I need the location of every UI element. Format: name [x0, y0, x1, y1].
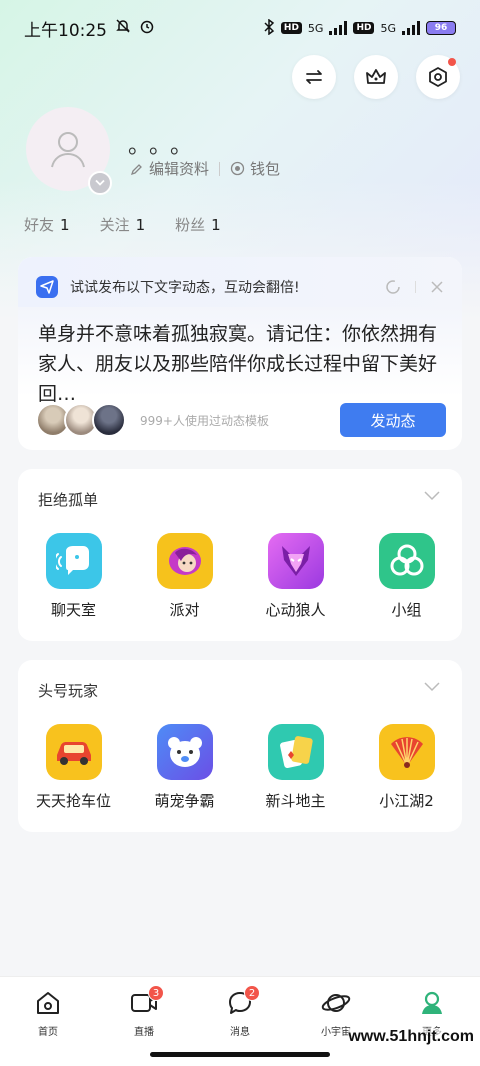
app-label: 聊天室: [50, 601, 96, 619]
chevron-down-icon: [95, 179, 105, 186]
tab-label: 首页: [38, 1027, 58, 1038]
post-tip: 试试发布以下文字动态，互动会翻倍!: [70, 280, 300, 296]
divider: [415, 281, 416, 293]
app-group[interactable]: 小组: [351, 533, 462, 620]
profile-stats: 好友 1 关注 1 粉丝 1: [24, 214, 221, 235]
home-icon: [37, 992, 59, 1014]
planet-icon: [321, 994, 351, 1012]
tab-more[interactable]: 更多: [384, 977, 480, 1066]
profile-icon: [422, 991, 442, 1014]
app-jianghu[interactable]: 小江湖2: [351, 724, 462, 811]
settings-notification-dot: [448, 58, 456, 66]
section-title: 头号玩家: [38, 682, 99, 700]
divider: [219, 161, 221, 176]
section-social: 拒绝孤单 聊天室 派对 心动狼人 小组: [18, 469, 462, 641]
app-party[interactable]: 派对: [129, 533, 240, 620]
crown-icon: [366, 69, 386, 84]
network-label-b: 5G: [380, 21, 396, 35]
swap-icon: [306, 70, 322, 84]
stat-following[interactable]: 关注 1: [100, 214, 146, 235]
tab-label: 消息: [230, 1027, 250, 1038]
default-user-icon: [51, 132, 85, 168]
werewolf-icon: [267, 533, 324, 589]
home-indicator: [150, 1052, 330, 1057]
stat-label: 粉丝: [175, 216, 206, 234]
wallet-label: 钱包: [250, 160, 281, 178]
stat-friends[interactable]: 好友 1: [24, 214, 70, 235]
wallet-icon: [230, 161, 245, 176]
battery-icon: 96: [426, 21, 456, 35]
refresh-icon[interactable]: [385, 279, 401, 295]
fan-icon: [378, 724, 435, 780]
mute-bell-icon: [115, 18, 131, 39]
message-badge: 2: [244, 985, 260, 1001]
chat-room-icon: [45, 533, 102, 589]
settings-button[interactable]: [416, 55, 460, 99]
group-icon: [378, 533, 435, 589]
close-icon[interactable]: [430, 280, 444, 294]
hd-badge: HD: [280, 22, 302, 34]
app-label: 天天抢车位: [35, 792, 111, 810]
app-werewolf[interactable]: 心动狼人: [240, 533, 351, 620]
party-icon: [156, 533, 213, 589]
wallet-link[interactable]: 钱包: [230, 158, 280, 179]
tab-label: 小宇宙: [321, 1027, 351, 1038]
app-label: 新斗地主: [265, 792, 326, 810]
post-card-footer: 999+人使用过动态模板 发动态: [18, 400, 462, 440]
stat-value: 1: [135, 216, 146, 234]
status-time: 上午10:25: [24, 20, 107, 41]
network-label-a: 5G: [307, 21, 324, 35]
app-landlord[interactable]: 新斗地主: [240, 724, 351, 811]
nickname: 。。。: [128, 134, 203, 159]
edit-profile-label: 编辑资料: [149, 160, 210, 178]
bluetooth-icon: [263, 18, 275, 38]
stat-label: 关注: [99, 216, 130, 234]
stat-value: 1: [60, 216, 70, 234]
avatar[interactable]: [26, 107, 112, 195]
app-chat-room[interactable]: 聊天室: [18, 533, 129, 620]
profile-links: 编辑资料 钱包: [130, 158, 280, 179]
stat-followers[interactable]: 粉丝 1: [175, 214, 221, 235]
app-label: 派对: [169, 601, 200, 619]
post-suggestion-card: 试试发布以下文字动态，互动会翻倍! 单身并不意味着孤独寂寞。请记住：你依然拥有家…: [18, 257, 462, 450]
post-template-text[interactable]: 单身并不意味着孤独寂寞。请记住：你依然拥有家人、朋友以及那些陪伴你成长过程中留下…: [18, 307, 462, 405]
signal-icon: [329, 21, 348, 35]
section-games: 头号玩家 天天抢车位 萌宠争霸 新斗地主 小江湖2: [18, 660, 462, 832]
status-bar: 上午10:25 HD 5G HD 5G 96: [0, 0, 480, 56]
app-label: 小江湖2: [379, 792, 434, 810]
signal-icon-2: [402, 21, 420, 35]
pet-bear-icon: [156, 724, 213, 780]
app-pet-battle[interactable]: 萌宠争霸: [129, 724, 240, 811]
switch-account-button[interactable]: [292, 55, 336, 99]
hd-badge-2: HD: [353, 22, 375, 34]
stat-label: 好友: [24, 216, 55, 234]
live-badge: 3: [148, 985, 164, 1001]
chevron-down-icon[interactable]: [424, 682, 440, 692]
watermark: www.51hnjt.com: [348, 1028, 474, 1046]
vip-button[interactable]: [354, 55, 398, 99]
tab-label: 直播: [134, 1027, 154, 1038]
send-icon: [36, 276, 58, 298]
avatar-dropdown-badge[interactable]: [88, 171, 112, 195]
settings-icon: [429, 67, 447, 87]
edit-icon: [130, 163, 142, 175]
tab-home[interactable]: 首页: [0, 977, 96, 1066]
edit-profile-link[interactable]: 编辑资料: [130, 158, 209, 179]
app-label: 心动狼人: [265, 601, 326, 619]
cards-icon: [267, 724, 324, 780]
post-moment-button[interactable]: 发动态: [340, 403, 446, 437]
stat-value: 1: [211, 216, 221, 234]
app-label: 萌宠争霸: [154, 792, 215, 810]
template-usage-count: 999+人使用过动态模板: [140, 413, 269, 428]
user-avatars: [36, 403, 126, 437]
app-parking[interactable]: 天天抢车位: [18, 724, 129, 811]
app-label: 小组: [391, 601, 422, 619]
alarm-icon: [139, 18, 155, 39]
car-icon: [45, 724, 102, 780]
section-title: 拒绝孤单: [38, 491, 99, 509]
avatar: [92, 403, 126, 437]
chevron-down-icon[interactable]: [424, 491, 440, 501]
